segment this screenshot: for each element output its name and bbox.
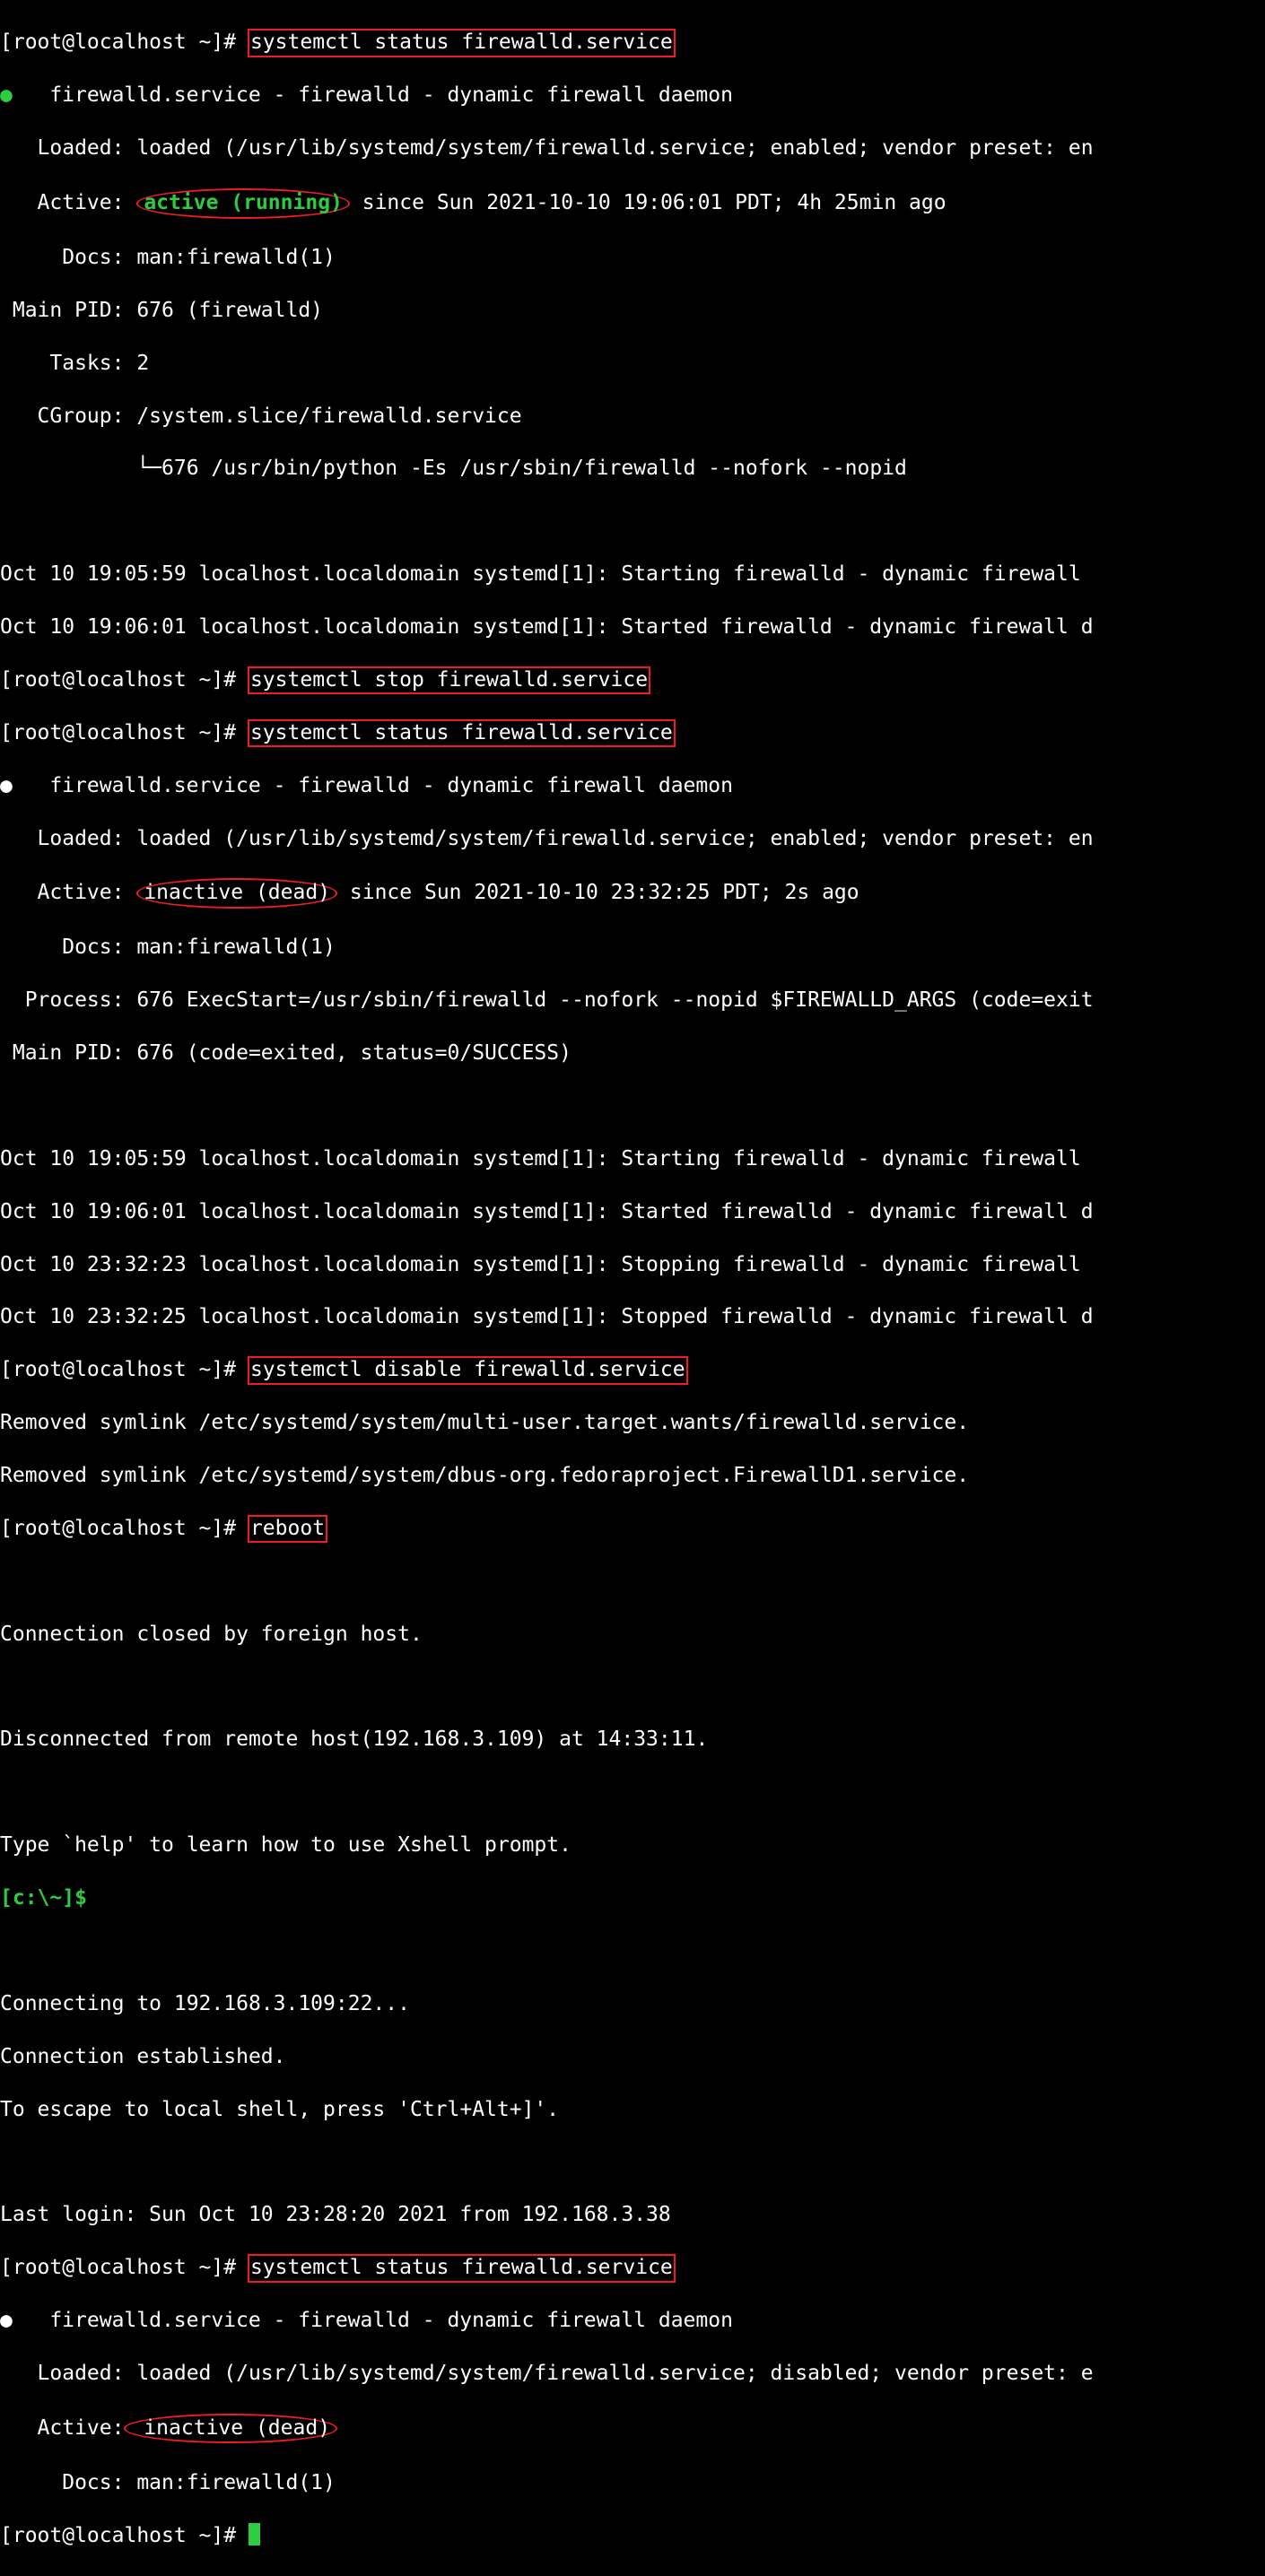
svc-loaded-2: Loaded: loaded (/usr/lib/systemd/system/…: [0, 826, 1265, 852]
svc-header-3: ● firewalld.service - firewalld - dynami…: [0, 2308, 1265, 2334]
conn-disconnected: Disconnected from remote host(192.168.3.…: [0, 1727, 1265, 1753]
svc-header-text-2: firewalld.service - firewalld - dynamic …: [13, 774, 733, 797]
svc-active-suffix-2: since Sun 2021-10-10 23:32:25 PDT; 2s ag…: [337, 881, 859, 904]
svc-header-text-3: firewalld.service - firewalld - dynamic …: [13, 2309, 733, 2332]
shell-prompt: [root@localhost ~]#: [0, 30, 249, 54]
shell-prompt: [root@localhost ~]#: [0, 1358, 249, 1381]
conn-connecting: Connecting to 192.168.3.109:22...: [0, 1991, 1265, 2017]
shell-prompt: [root@localhost ~]#: [0, 2524, 249, 2547]
svc-docs-3: Docs: man:firewalld(1): [0, 2470, 1265, 2496]
blank: [0, 1569, 1265, 1595]
log-1b: Oct 10 19:06:01 localhost.localdomain sy…: [0, 614, 1265, 640]
cmd-status-2: systemctl status firewalld.service: [249, 720, 675, 746]
cmd-reboot: reboot: [249, 1516, 327, 1542]
blank: [0, 1675, 1265, 1701]
svc-cgroup-child-text-1: 676 /usr/bin/python -Es /usr/sbin/firewa…: [161, 457, 907, 480]
svc-active-value-dead: inactive (dead): [136, 878, 337, 908]
terminal[interactable]: [root@localhost ~]# systemctl status fir…: [0, 0, 1265, 2576]
cmd-line-final[interactable]: [root@localhost ~]#: [0, 2523, 1265, 2550]
xshell-prompt: [c:\~]$: [0, 1886, 100, 1910]
conn-closed: Connection closed by foreign host.: [0, 1622, 1265, 1648]
last-login: Last login: Sun Oct 10 23:28:20 2021 fro…: [0, 2202, 1265, 2228]
cmd-line-disable: [root@localhost ~]# systemctl disable fi…: [0, 1357, 1265, 1383]
xshell-prompt-line: [c:\~]$: [0, 1885, 1265, 1911]
shell-prompt: [root@localhost ~]#: [0, 2256, 249, 2279]
cursor-icon: [249, 2523, 260, 2546]
svc-active-2: Active: inactive (dead) since Sun 2021-1…: [0, 878, 1265, 908]
svc-active-value-running: active (running): [136, 188, 350, 218]
log-2c: Oct 10 23:32:23 localhost.localdomain sy…: [0, 1252, 1265, 1278]
blank: [0, 1093, 1265, 1119]
log-1a: Oct 10 19:05:59 localhost.localdomain sy…: [0, 561, 1265, 587]
svc-header-1: ● firewalld.service - firewalld - dynami…: [0, 83, 1265, 109]
disable-out-2: Removed symlink /etc/systemd/system/dbus…: [0, 1463, 1265, 1489]
svc-active-prefix-3: Active:: [0, 2416, 124, 2440]
conn-escape: To escape to local shell, press 'Ctrl+Al…: [0, 2097, 1265, 2123]
svc-process-2: Process: 676 ExecStart=/usr/sbin/firewal…: [0, 988, 1265, 1014]
shell-prompt: [root@localhost ~]#: [0, 721, 249, 744]
cmd-status-3: systemctl status firewalld.service: [249, 2255, 675, 2281]
svc-mainpid-1: Main PID: 676 (firewalld): [0, 298, 1265, 324]
status-dot-active: ●: [0, 83, 13, 109]
svc-active-prefix-1: Active:: [0, 191, 136, 214]
svc-active-3: Active: inactive (dead): [0, 2414, 1265, 2443]
svc-docs-2: Docs: man:firewalld(1): [0, 935, 1265, 961]
cmd-status-1: systemctl status firewalld.service: [249, 30, 675, 56]
svc-tasks-1: Tasks: 2: [0, 351, 1265, 377]
cmd-line-status-1: [root@localhost ~]# systemctl status fir…: [0, 30, 1265, 56]
svc-header-2: ● firewalld.service - firewalld - dynami…: [0, 773, 1265, 799]
blank: [0, 1780, 1265, 1806]
svc-active-suffix-1: since Sun 2021-10-10 19:06:01 PDT; 4h 25…: [350, 191, 947, 214]
svc-cgroup-1: CGroup: /system.slice/firewalld.service: [0, 404, 1265, 430]
log-2b: Oct 10 19:06:01 localhost.localdomain sy…: [0, 1199, 1265, 1225]
shell-prompt: [root@localhost ~]#: [0, 668, 249, 692]
svc-mainpid-2: Main PID: 676 (code=exited, status=0/SUC…: [0, 1040, 1265, 1066]
svc-loaded-1: Loaded: loaded (/usr/lib/systemd/system/…: [0, 135, 1265, 161]
xshell-help: Type `help' to learn how to use Xshell p…: [0, 1832, 1265, 1858]
status-dot-inactive-2: ●: [0, 2308, 13, 2334]
blank: [0, 2149, 1265, 2175]
conn-established: Connection established.: [0, 2044, 1265, 2070]
svc-cgroup-child-1: └─676 /usr/bin/python -Es /usr/sbin/fire…: [0, 456, 1265, 482]
svc-loaded-3: Loaded: loaded (/usr/lib/systemd/system/…: [0, 2361, 1265, 2387]
cmd-line-reboot: [root@localhost ~]# reboot: [0, 1516, 1265, 1542]
blank: [0, 509, 1265, 535]
blank: [0, 1938, 1265, 1964]
cmd-stop: systemctl stop firewalld.service: [249, 667, 650, 693]
cmd-line-status-2: [root@localhost ~]# systemctl status fir…: [0, 720, 1265, 746]
cmd-disable: systemctl disable firewalld.service: [249, 1357, 687, 1383]
disable-out-1: Removed symlink /etc/systemd/system/mult…: [0, 1410, 1265, 1436]
status-dot-inactive: ●: [0, 773, 13, 799]
log-2d: Oct 10 23:32:25 localhost.localdomain sy…: [0, 1304, 1265, 1330]
tree-elbow-icon: └─: [136, 457, 161, 480]
svc-header-text-1: firewalld.service - firewalld - dynamic …: [13, 83, 733, 107]
svc-active-prefix-2: Active:: [0, 881, 136, 904]
shell-prompt: [root@localhost ~]#: [0, 1517, 249, 1540]
cmd-line-status-3: [root@localhost ~]# systemctl status fir…: [0, 2255, 1265, 2281]
log-2a: Oct 10 19:05:59 localhost.localdomain sy…: [0, 1146, 1265, 1172]
svc-active-1: Active: active (running) since Sun 2021-…: [0, 188, 1265, 218]
svc-active-value-dead-2: inactive (dead): [124, 2414, 337, 2443]
svc-docs-1: Docs: man:firewalld(1): [0, 245, 1265, 271]
cmd-line-stop: [root@localhost ~]# systemctl stop firew…: [0, 667, 1265, 693]
